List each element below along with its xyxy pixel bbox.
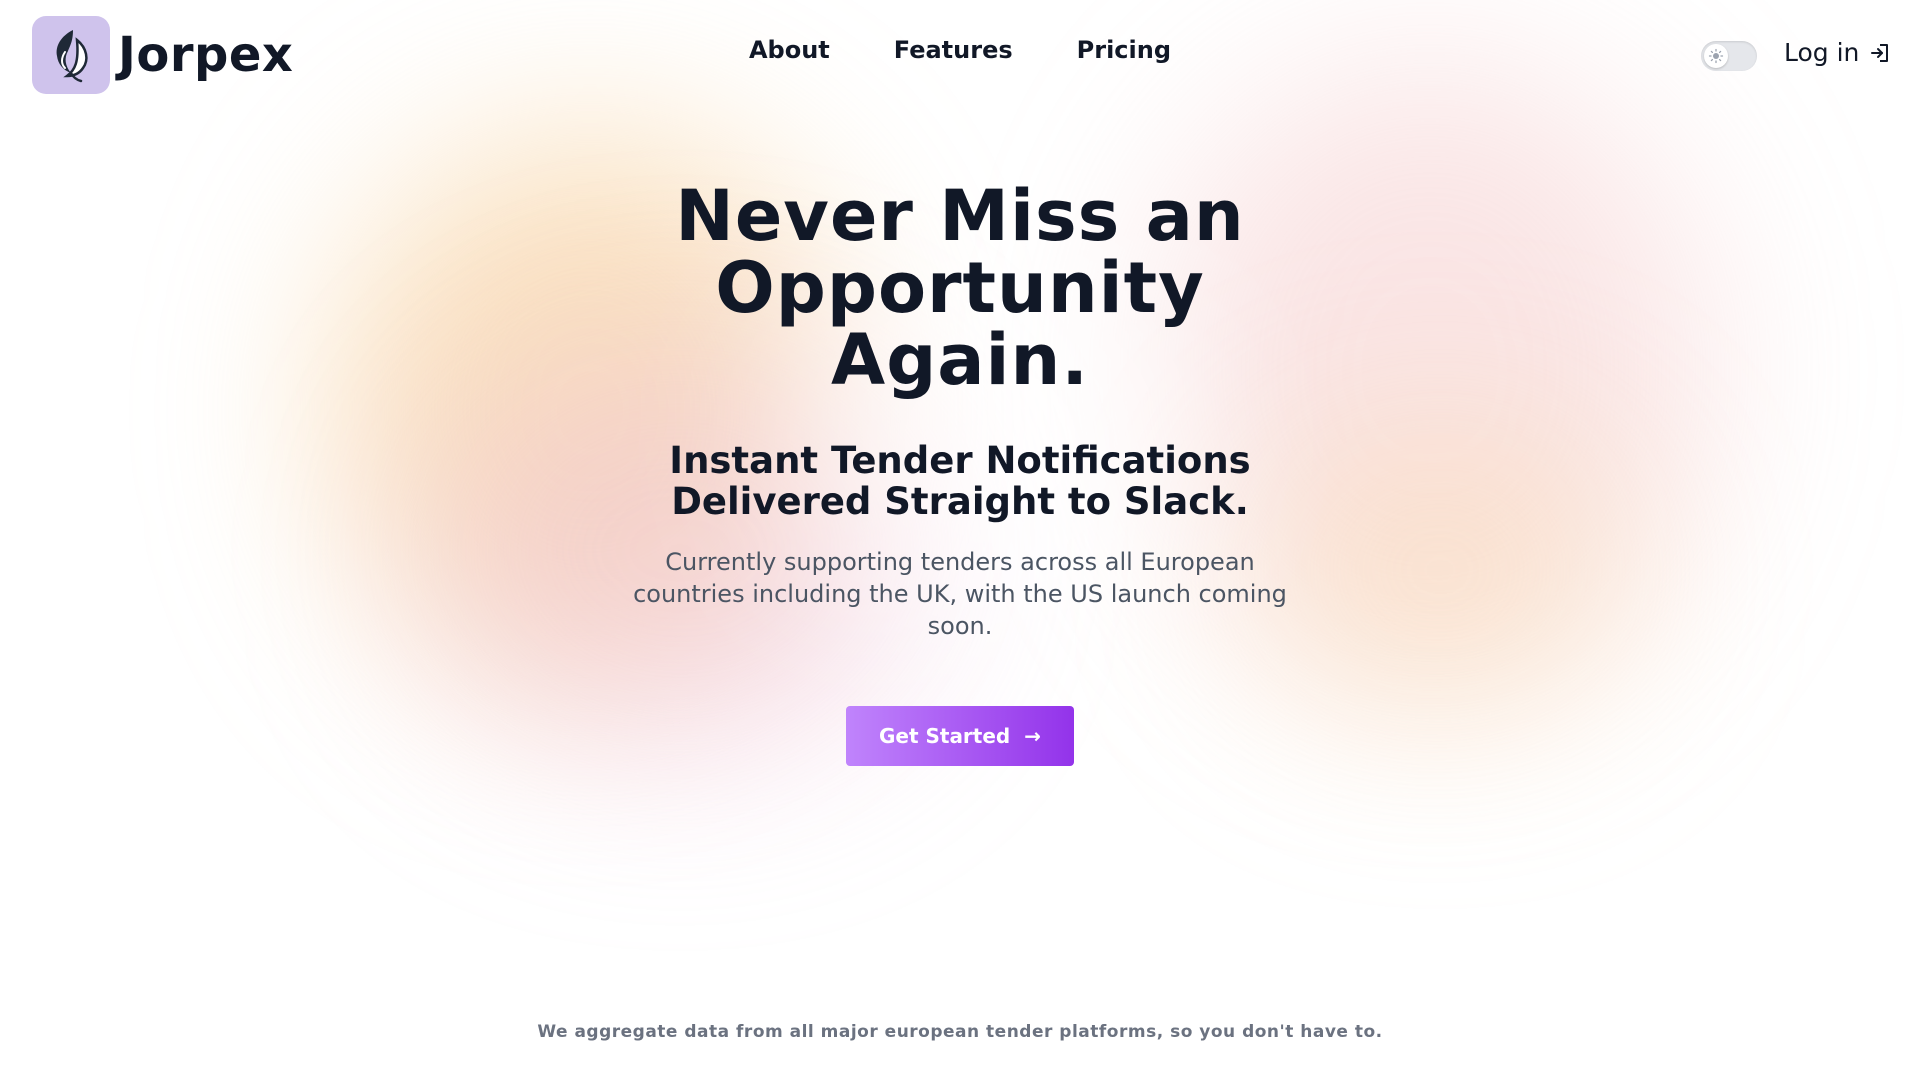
hero-description: Currently supporting tenders across all …: [633, 548, 1287, 640]
arrow-right-icon: →: [1024, 724, 1042, 748]
get-started-button[interactable]: Get Started →: [846, 706, 1074, 766]
site-header: Jorpex About Features Pricing Log in: [0, 0, 1920, 112]
nav-about-link[interactable]: About: [749, 36, 830, 64]
hero-section: Never Miss an Opportunity Again. Instant…: [0, 180, 1920, 766]
toggle-knob: [1704, 44, 1728, 68]
get-started-label: Get Started: [878, 724, 1011, 748]
hero-subheading: Instant Tender Notifications Delivered S…: [669, 439, 1251, 523]
theme-toggle[interactable]: [1701, 41, 1757, 71]
login-link[interactable]: Log in: [1784, 38, 1891, 67]
aggregation-note: We aggregate data from all major europea…: [537, 1022, 1383, 1042]
brand-name: Jorpex: [118, 27, 294, 83]
sun-icon: [1708, 48, 1724, 64]
nav-pricing-link[interactable]: Pricing: [1077, 36, 1171, 64]
nav-features-link[interactable]: Features: [894, 36, 1013, 64]
login-icon: [1871, 43, 1889, 62]
landing-page: Jorpex About Features Pricing Log in Nev…: [0, 0, 1920, 1080]
logo: [32, 16, 110, 94]
flame-leaf-icon: [56, 30, 88, 83]
hero-headline: Never Miss an Opportunity Again.: [675, 175, 1245, 401]
brand-home-link[interactable]: Jorpex: [32, 16, 293, 94]
login-label: Log in: [1784, 38, 1860, 67]
